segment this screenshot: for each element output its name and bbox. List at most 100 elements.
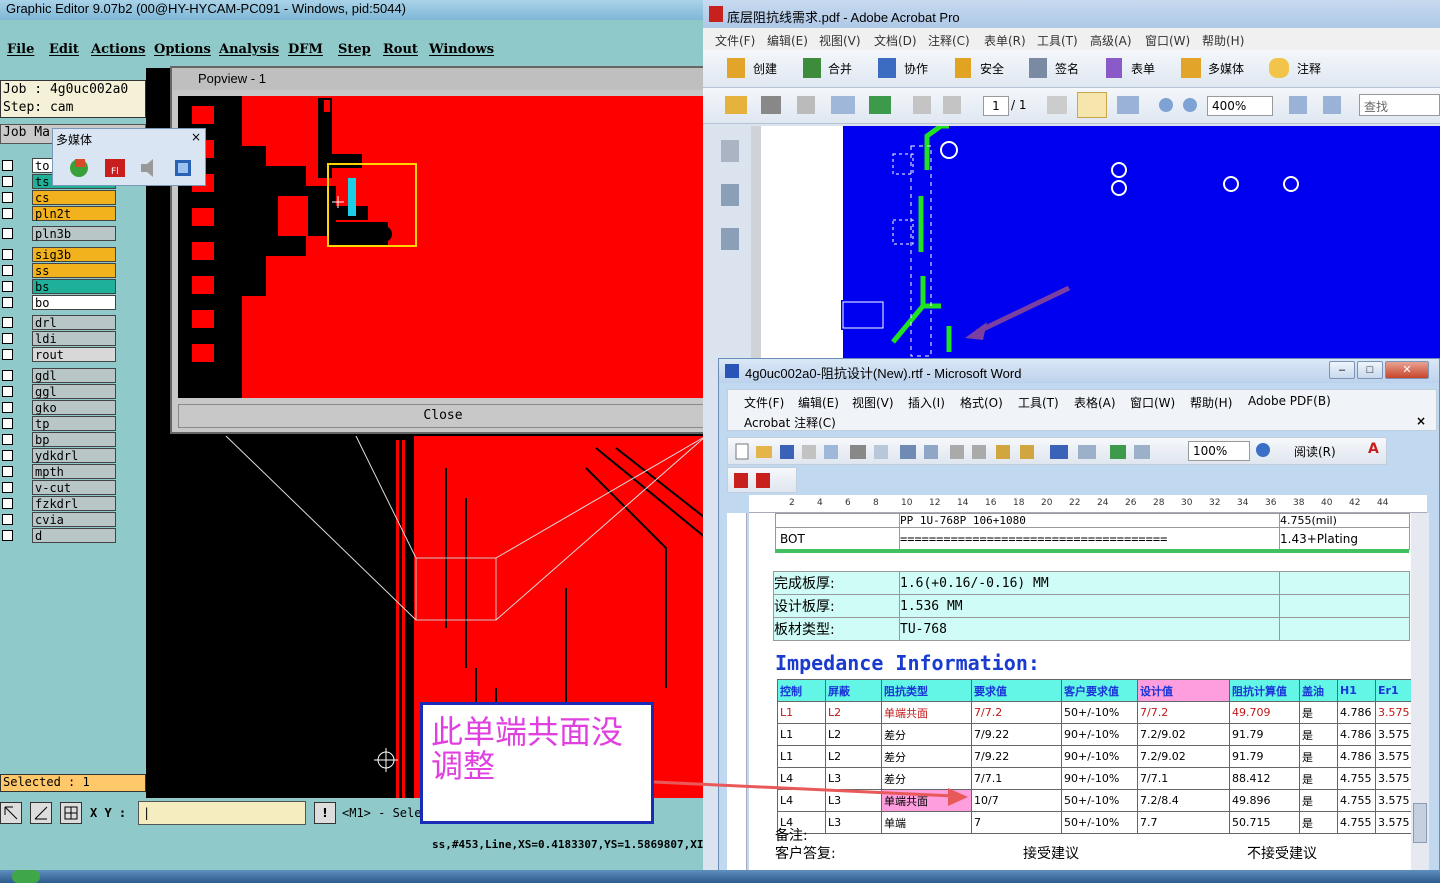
layer-name[interactable]: bp [32, 432, 116, 447]
layer-checkbox[interactable] [2, 418, 13, 429]
zoom-out-icon[interactable] [1159, 98, 1173, 112]
word-menu-table[interactable]: 表格(A) [1074, 394, 1116, 411]
start-button[interactable] [12, 870, 40, 883]
zoom-select[interactable]: 400% [1207, 96, 1273, 116]
menu-analysis[interactable]: Analysis [219, 42, 279, 57]
layer-row-cvia[interactable]: cvia [0, 512, 118, 527]
layer-name[interactable]: ss [32, 263, 116, 278]
convert-pdf-icon[interactable] [734, 473, 748, 488]
word-menu-edit[interactable]: 编辑(E) [798, 394, 839, 411]
layer-checkbox[interactable] [2, 434, 13, 445]
layer-row-ldi[interactable]: ldi [0, 331, 118, 346]
acro-menu-advanced[interactable]: 高级(A) [1090, 32, 1132, 49]
acro-menu-window[interactable]: 窗口(W) [1145, 32, 1190, 49]
hand-tool-icon[interactable] [1077, 92, 1107, 118]
maximize-button[interactable]: □ [1357, 361, 1383, 379]
layer-checkbox[interactable] [2, 402, 13, 413]
comment-button[interactable]: 注释 [1297, 60, 1321, 77]
marquee-zoom-icon[interactable] [1117, 96, 1139, 114]
layer-checkbox[interactable] [2, 450, 13, 461]
acrobat-document-view[interactable] [751, 126, 1440, 366]
select-tool-button[interactable] [0, 802, 22, 824]
page-down-icon[interactable] [943, 96, 961, 114]
layer-name[interactable]: ldi [32, 331, 116, 346]
layer-checkbox[interactable] [2, 530, 13, 541]
close-icon[interactable]: × [191, 130, 201, 144]
minimize-button[interactable]: – [1329, 361, 1355, 379]
layer-row-bp[interactable]: bp [0, 432, 118, 447]
layer-row-cs[interactable]: cs [0, 190, 118, 205]
acro-menu-forms[interactable]: 表单(R) [984, 32, 1026, 49]
layer-name[interactable]: cs [32, 190, 116, 205]
layer-row-tp[interactable]: tp [0, 416, 118, 431]
read-mode-button[interactable]: 阅读(R) [1294, 443, 1336, 460]
search-input[interactable]: 查找 [1359, 94, 1440, 116]
font-color-icon[interactable]: A [1368, 441, 1379, 457]
word-menu-tools[interactable]: 工具(T) [1018, 394, 1059, 411]
menu-file[interactable]: File [7, 42, 34, 57]
layer-row-ydkdrl[interactable]: ydkdrl [0, 448, 118, 463]
word-menu-file[interactable]: 文件(F) [744, 394, 784, 411]
layer-row-fzkdrl[interactable]: fzkdrl [0, 496, 118, 511]
layer-row-v-cut[interactable]: v-cut [0, 480, 118, 495]
layer-checkbox[interactable] [2, 370, 13, 381]
layer-row-gdl[interactable]: gdl [0, 368, 118, 383]
accept-option[interactable]: 接受建议 [1023, 843, 1079, 863]
layer-name[interactable]: fzkdrl [32, 496, 116, 511]
word-menu-adobe-pdf[interactable]: Adobe PDF(B) [1248, 394, 1331, 408]
layer-checkbox[interactable] [2, 317, 13, 328]
layer-row-bs[interactable]: bs [0, 279, 118, 294]
layer-checkbox[interactable] [2, 349, 13, 360]
word-menu-window[interactable]: 窗口(W) [1130, 394, 1175, 411]
layer-name[interactable]: sig3b [32, 247, 116, 262]
layer-row-ggl[interactable]: ggl [0, 384, 118, 399]
layer-name[interactable]: gko [32, 400, 116, 415]
layer-checkbox[interactable] [2, 228, 13, 239]
layer-checkbox[interactable] [2, 297, 13, 308]
layer-checkbox[interactable] [2, 249, 13, 260]
combine-button[interactable]: 合并 [828, 60, 852, 77]
layer-row-d[interactable]: d [0, 528, 118, 543]
alert-button[interactable]: ! [314, 802, 336, 824]
layer-checkbox[interactable] [2, 176, 13, 187]
layer-row-pln2t[interactable]: pln2t [0, 206, 118, 221]
measure-tool-button[interactable] [30, 802, 52, 824]
page-number-input[interactable]: 1 [983, 96, 1009, 116]
help-icon[interactable] [1256, 443, 1270, 457]
page-up-icon[interactable] [913, 96, 931, 114]
layer-row-rout[interactable]: rout [0, 347, 118, 362]
layer-checkbox[interactable] [2, 482, 13, 493]
word-menu-help[interactable]: 帮助(H) [1190, 394, 1232, 411]
menu-edit[interactable]: Edit [49, 42, 79, 57]
layer-checkbox[interactable] [2, 192, 13, 203]
signatures-panel-icon[interactable] [721, 228, 739, 250]
convert-pdf-email-icon[interactable] [756, 473, 770, 488]
layer-row-drl[interactable]: drl [0, 315, 118, 330]
layer-checkbox[interactable] [2, 466, 13, 477]
layer-checkbox[interactable] [2, 333, 13, 344]
print-icon[interactable] [761, 96, 781, 114]
reject-option[interactable]: 不接受建议 [1247, 843, 1317, 863]
acro-menu-view[interactable]: 视图(V) [819, 32, 861, 49]
fit-width-icon[interactable] [1289, 96, 1307, 114]
layer-name[interactable]: bo [32, 295, 116, 310]
layer-checkbox[interactable] [2, 281, 13, 292]
menu-options[interactable]: Options [154, 42, 211, 57]
forms-button[interactable]: 表单 [1131, 60, 1155, 77]
acro-menu-document[interactable]: 文档(D) [874, 32, 917, 49]
layer-name[interactable]: ggl [32, 384, 116, 399]
layer-name[interactable]: pln3b [32, 226, 116, 241]
acro-menu-comment[interactable]: 注释(C) [928, 32, 970, 49]
acro-menu-help[interactable]: 帮助(H) [1202, 32, 1244, 49]
layer-name[interactable]: ydkdrl [32, 448, 116, 463]
sign-button[interactable]: 签名 [1055, 60, 1079, 77]
layer-name[interactable]: pln2t [32, 206, 116, 221]
layer-checkbox[interactable] [2, 498, 13, 509]
word-document-page[interactable]: PP 1U-768P 106+1080 4.755(mil) BOT =====… [749, 513, 1411, 882]
word-menu-view[interactable]: 视图(V) [852, 394, 894, 411]
acro-menu-tools[interactable]: 工具(T) [1037, 32, 1078, 49]
layer-checkbox[interactable] [2, 514, 13, 525]
layer-row-ss[interactable]: ss [0, 263, 118, 278]
word-menu-insert[interactable]: 插入(I) [908, 394, 945, 411]
acro-menu-edit[interactable]: 编辑(E) [767, 32, 808, 49]
